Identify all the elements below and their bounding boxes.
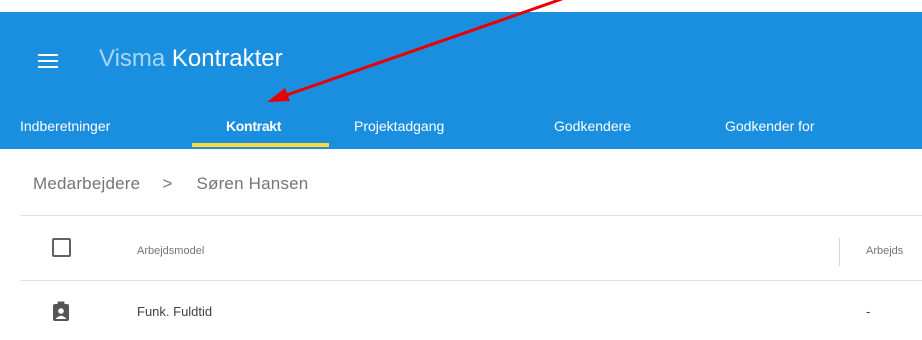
column-header-arbejds[interactable]: Arbejds — [866, 245, 903, 257]
cell-arbejdsmodel: Funk. Fuldtid — [137, 304, 213, 319]
select-all-checkbox[interactable] — [52, 238, 71, 257]
breadcrumb-parent[interactable]: Medarbejdere — [33, 174, 140, 193]
breadcrumb: Medarbejdere > Søren Hansen — [33, 174, 308, 194]
brand-prefix: Visma — [99, 45, 166, 72]
breadcrumb-separator: > — [162, 174, 173, 193]
header-row-divider — [20, 280, 922, 281]
tab-godkendere[interactable]: Godkendere — [554, 114, 631, 149]
brand-name: Kontrakter — [171, 45, 283, 72]
tab-godkender-for[interactable]: Godkender for — [725, 114, 815, 149]
tab-projektadgang[interactable]: Projektadgang — [354, 114, 444, 149]
active-tab-indicator — [192, 143, 329, 147]
clipboard-account-icon — [53, 301, 69, 321]
column-divider — [839, 238, 840, 266]
column-header-arbejdsmodel[interactable]: Arbejdsmodel — [137, 245, 204, 257]
cell-arbejds: - — [866, 304, 871, 319]
breadcrumb-divider — [20, 215, 922, 216]
menu-icon[interactable] — [38, 54, 58, 68]
app-title: Visma Kontrakter — [99, 44, 283, 74]
breadcrumb-current: Søren Hansen — [196, 174, 309, 193]
tab-indberetninger[interactable]: Indberetninger — [20, 114, 110, 149]
app-header: Visma Kontrakter Indberetninger Kontrakt… — [0, 12, 922, 149]
